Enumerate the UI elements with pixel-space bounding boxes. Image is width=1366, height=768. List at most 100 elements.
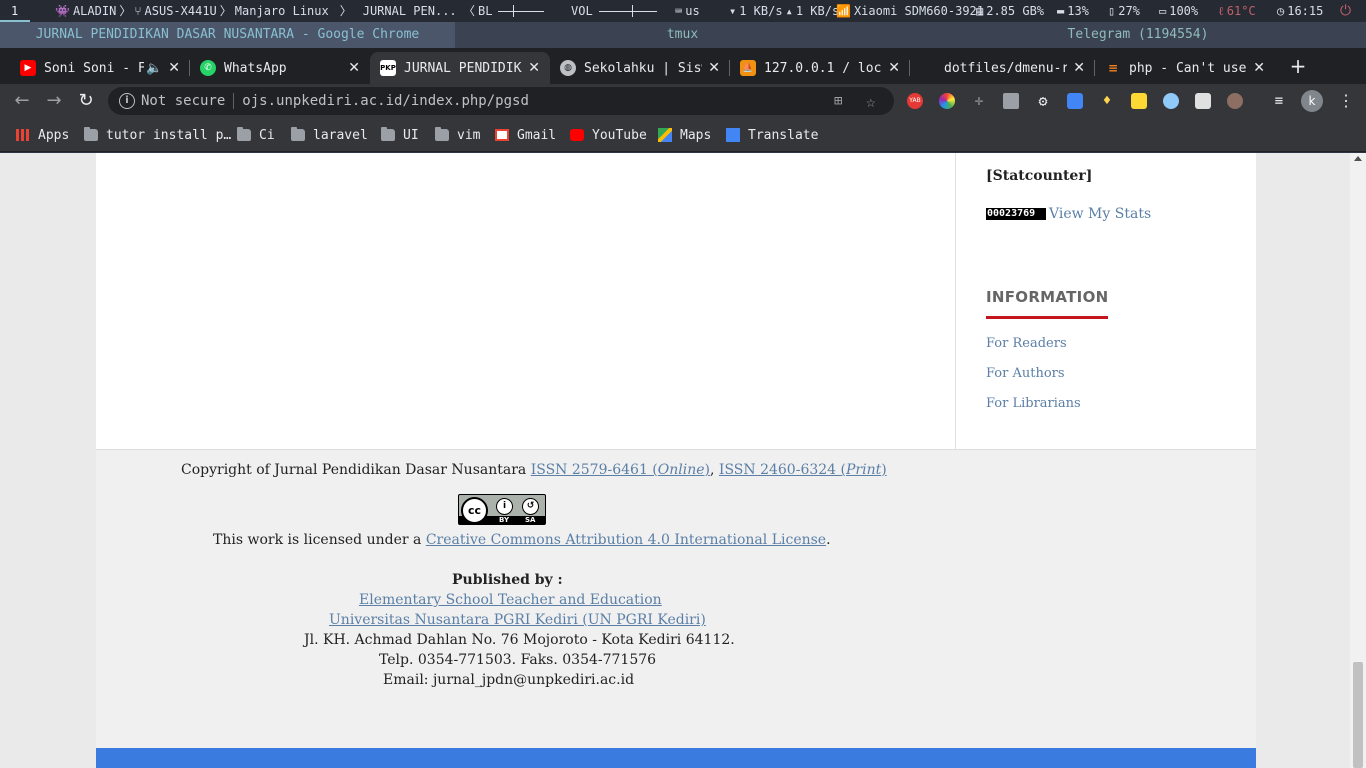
close-icon[interactable]: ✕ [708, 60, 720, 76]
for-authors-link[interactable]: For Authors [986, 366, 1065, 381]
net-up: 1 KB/s [795, 4, 840, 18]
color-picker-extension-icon[interactable] [939, 93, 955, 109]
wifi-segment[interactable]: 📶 Xiaomi SDM660-3921 [836, 0, 984, 22]
license-line: This work is licensed under a Creative C… [213, 532, 831, 548]
power-icon[interactable]: ⏻ [1340, 0, 1351, 22]
profile-avatar[interactable]: k [1301, 90, 1323, 112]
tab-github[interactable]: dotfiles/dmenu-r ✕ [910, 52, 1095, 84]
ram-segment: ▤ 2.85 GB% [976, 0, 1044, 22]
notes-extension-icon[interactable] [1131, 93, 1147, 109]
folder-icon [237, 127, 251, 141]
close-icon[interactable]: ✕ [1253, 60, 1265, 76]
close-icon[interactable]: ✕ [348, 60, 360, 76]
backlight-segment[interactable]: 〈 BL [463, 0, 547, 22]
bookmark-apps[interactable]: Apps [16, 126, 69, 144]
cpu-usage: 27% [1118, 4, 1140, 18]
image-extension-icon[interactable] [1195, 93, 1211, 109]
forward-button[interactable]: → [40, 84, 68, 118]
disk-usage: 13% [1067, 4, 1089, 18]
circle-extension-icon[interactable] [1163, 93, 1179, 109]
keyboard-segment[interactable]: ⌨ us [675, 0, 700, 22]
scrollbar-thumb[interactable] [1353, 662, 1363, 768]
pkp-icon: PKP [380, 60, 396, 76]
new-tab-button[interactable]: + [1287, 56, 1309, 78]
back-button[interactable]: ← [8, 84, 36, 118]
kebab-menu-icon[interactable]: ⋮ [1338, 93, 1354, 109]
security-label[interactable]: Not secure [141, 93, 225, 109]
bookmark-folder-vim[interactable]: vim [435, 126, 480, 144]
window-tab-tmux[interactable]: tmux [455, 22, 910, 48]
bookmark-label: Apps [38, 127, 70, 143]
tab-title: Sekolahku | Siswa [584, 60, 702, 76]
view-stats-link[interactable]: View My Stats [1049, 206, 1151, 222]
media-queue-icon[interactable]: ≡ [1271, 93, 1287, 109]
bookmark-translate[interactable]: Translate [726, 126, 818, 144]
translate-page-icon[interactable]: ⊞ [834, 93, 842, 109]
for-readers-link[interactable]: For Readers [986, 336, 1067, 351]
tab-phpmyadmin[interactable]: ⛵ 127.0.0.1 / local ✕ [730, 52, 910, 84]
tab-whatsapp[interactable]: ✆ WhatsApp ✕ [190, 52, 370, 84]
tab-stackoverflow[interactable]: ≡ php - Can't use m ✕ [1095, 52, 1275, 84]
lightbulb-extension-icon[interactable]: ♦ [1099, 93, 1115, 109]
web-page-viewport: [Statcounter] 00023769 View My Stats INF… [0, 153, 1350, 768]
bookmark-youtube[interactable]: YouTube [570, 126, 647, 144]
bookmark-folder-tutor[interactable]: tutor install p… [84, 126, 231, 144]
net-down: 1 KB/s [739, 4, 783, 18]
maps-icon [658, 128, 672, 142]
for-librarians-link[interactable]: For Librarians [986, 396, 1081, 411]
bookmark-folder-laravel[interactable]: laravel [291, 126, 368, 144]
youtube-icon [570, 129, 584, 141]
publisher-university-link[interactable]: Universitas Nusantara PGRI Kediri (UN PG… [329, 612, 706, 628]
volume-segment[interactable]: VOL [571, 0, 660, 22]
chevron-right-icon: 〉 [339, 4, 352, 18]
keyboard-icon: ⌨ [675, 4, 683, 18]
person-attribution-icon: i [496, 498, 513, 515]
tab-jurnal[interactable]: PKP JURNAL PENDIDIKAN ✕ [370, 52, 550, 84]
folder-icon: ▬ [1057, 4, 1065, 18]
yab-extension-icon[interactable]: YAB [907, 93, 923, 109]
tab-youtube[interactable]: ▶ Soni Soni - Fu 🔈 ✕ [10, 52, 190, 84]
issn-online-link[interactable]: ISSN 2579-6461 (Online) [531, 462, 710, 478]
close-icon[interactable]: ✕ [1073, 60, 1085, 76]
bookmark-maps[interactable]: Maps [658, 126, 711, 144]
bookmark-gmail[interactable]: Gmail [495, 126, 556, 144]
google-translate-extension-icon[interactable] [1067, 93, 1083, 109]
tab-sekolahku[interactable]: ◍ Sekolahku | Siswa ✕ [550, 52, 730, 84]
window-tab-chrome[interactable]: JURNAL PENDIDIKAN DASAR NUSANTARA - Goog… [0, 22, 455, 48]
visitor-counter[interactable]: 00023769 [986, 208, 1046, 220]
url-text[interactable]: ojs.unpkediri.ac.id/index.php/pgsd [242, 93, 529, 109]
cc-license-link[interactable]: Creative Commons Attribution 4.0 Interna… [426, 532, 826, 548]
workspace-indicator[interactable]: 1 [0, 0, 30, 22]
close-icon[interactable]: ✕ [168, 60, 180, 76]
wifi-name: Xiaomi SDM660-3921 [853, 4, 984, 18]
publisher-department-link[interactable]: Elementary School Teacher and Education [359, 592, 662, 608]
bookmark-star-icon[interactable]: ☆ [866, 92, 876, 111]
speaker-icon[interactable]: 🔈 [146, 61, 162, 76]
close-icon[interactable]: ✕ [528, 60, 540, 76]
address-bar[interactable]: i Not secure ojs.unpkediri.ac.id/index.p… [108, 87, 894, 115]
cc-by-sa-badge[interactable]: cc i ↺ BY SA [458, 494, 546, 525]
bottom-bar [96, 748, 1256, 768]
host-label: ASUS-X441U [144, 4, 217, 18]
share-alike-icon: ↺ [522, 498, 539, 515]
gear-icon[interactable]: ⚙ [1035, 93, 1051, 109]
close-icon[interactable]: ✕ [888, 60, 900, 76]
reload-button[interactable]: ↻ [72, 84, 100, 118]
copyright-text: Copyright of Jurnal Pendidikan Dasar Nus… [181, 462, 531, 478]
volume-slider[interactable] [598, 4, 657, 17]
issn-print-link[interactable]: ISSN 2460-6324 (Print) [719, 462, 887, 478]
backlight-slider[interactable] [498, 4, 545, 17]
info-icon[interactable]: i [119, 93, 135, 109]
mask-extension-icon[interactable] [1227, 93, 1243, 109]
by-label: BY [499, 516, 510, 524]
mail-extension-icon[interactable] [1003, 93, 1019, 109]
sa-label: SA [525, 516, 536, 524]
thermometer-icon: ℓ [1218, 4, 1224, 18]
window-tab-telegram[interactable]: Telegram (1194554) [910, 22, 1366, 48]
bookmark-folder-ui[interactable]: UI [381, 126, 419, 144]
scroll-up-arrow-icon[interactable] [1354, 156, 1362, 161]
clock-time: 16:15 [1287, 4, 1324, 18]
bookmark-folder-ci[interactable]: Ci [237, 126, 275, 144]
move-extension-icon[interactable]: ✛ [971, 93, 987, 109]
information-heading: INFORMATION [986, 288, 1109, 319]
